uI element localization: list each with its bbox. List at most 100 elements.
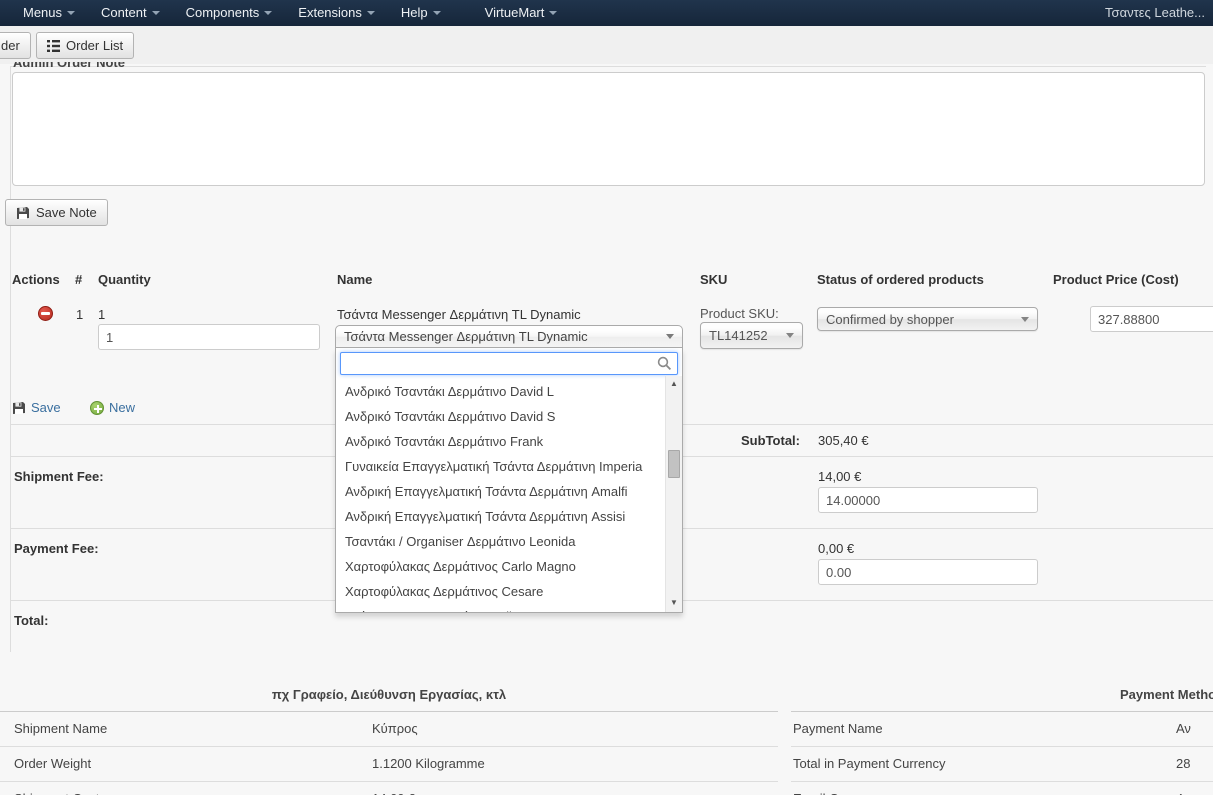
chevron-down-icon (786, 333, 794, 338)
site-name[interactable]: Τσαντες Leathe... (1105, 0, 1205, 26)
dropdown-scrollbar[interactable]: ▲ ▼ (665, 376, 682, 612)
total-label: Total: (14, 613, 48, 628)
row-label: Order Weight (0, 756, 91, 771)
product-select-dropdown: Ανδρικό Τσαντάκι Δερμάτινο David L Ανδρι… (335, 348, 683, 613)
row-value: 14,00 € (372, 782, 415, 795)
row-value: Αν (1176, 712, 1191, 745)
chevron-down-icon (367, 11, 375, 15)
shipment-fee-input[interactable] (818, 487, 1038, 513)
payment-fee-display: 0,00 € (818, 541, 854, 556)
order-status-value: Confirmed by shopper (826, 312, 954, 327)
save-note-button[interactable]: Save Note (5, 199, 108, 226)
plus-icon (90, 401, 104, 415)
scrollbar-thumb[interactable] (668, 450, 680, 478)
product-option[interactable]: Χαρτοφύλακας Δερμάτινος Cesare (336, 579, 665, 604)
product-options-list: Ανδρικό Τσαντάκι Δερμάτινο David L Ανδρι… (336, 379, 665, 612)
product-option[interactable]: Ανδρικό Τσαντάκι Δερμάτινο Frank (336, 429, 665, 454)
shipment-summary-table: πχ Γραφείο, Διεύθυνση Εργασίας, κτλ Ship… (0, 678, 778, 795)
payment-table-header: Payment Metho (791, 678, 1213, 712)
chevron-down-icon (549, 11, 557, 15)
chevron-down-icon (1021, 317, 1029, 322)
col-header-name: Name (337, 272, 372, 287)
table-row: Shipment Cost 14,00 € (0, 782, 778, 795)
row-index: 1 (76, 307, 83, 322)
product-option[interactable]: Ανδρική Επαγγελματική Τσάντα Δερμάτινη A… (336, 479, 665, 504)
shipment-fee-display: 14,00 € (818, 469, 861, 484)
chevron-down-icon (264, 11, 272, 15)
subtotal-label: SubTotal: (700, 433, 800, 448)
product-option[interactable]: Τσάντα Laptop Δερμάτινη Milano (336, 604, 665, 612)
product-search-input[interactable] (340, 352, 678, 375)
table-row: Email Currency 4 (791, 782, 1213, 795)
row-value: Κύπρος (372, 712, 418, 745)
table-row: Shipment Name Κύπρος (0, 712, 778, 747)
sku-select[interactable]: TL141252 (700, 322, 803, 349)
delete-item-icon[interactable] (38, 306, 53, 321)
product-select-value: Τσάντα Messenger Δερμάτινη TL Dynamic (344, 329, 588, 344)
row-quantity-text: 1 (98, 307, 105, 322)
admin-navbar: Menus Content Components Extensions Help… (0, 0, 1213, 26)
product-option[interactable]: Ανδρική Επαγγελματική Τσάντα Δερμάτινη A… (336, 504, 665, 529)
nav-virtuemart[interactable]: VirtueMart (472, 0, 571, 26)
chevron-down-icon (433, 11, 441, 15)
edit-order-button-clipped[interactable]: der (0, 32, 31, 59)
nav-content[interactable]: Content (88, 0, 173, 26)
col-header-actions: Actions (12, 272, 60, 287)
toolbar: der Order List (0, 26, 1213, 64)
payment-summary-table: Payment Metho Payment Name Αν Total in P… (791, 678, 1213, 795)
sku-select-value: TL141252 (709, 328, 768, 343)
col-header-price: Product Price (Cost) (1053, 272, 1179, 287)
row-value: 28 (1176, 747, 1190, 780)
scroll-down-icon[interactable]: ▼ (666, 595, 682, 612)
order-list-button[interactable]: Order List (36, 32, 134, 59)
quantity-input[interactable] (98, 324, 320, 350)
virtuemart-order-edit-screen: Menus Content Components Extensions Help… (0, 0, 1213, 795)
table-row: Order Weight 1.1200 Kilogramme (0, 747, 778, 782)
order-status-select[interactable]: Confirmed by shopper (817, 307, 1038, 331)
chevron-down-icon (152, 11, 160, 15)
scroll-up-icon[interactable]: ▲ (666, 376, 682, 393)
payment-fee-label: Payment Fee: (14, 541, 99, 556)
save-icon (16, 206, 30, 220)
product-option[interactable]: Τσαντάκι / Organiser Δερμάτινο Leonida (336, 529, 665, 554)
row-value: 1.1200 Kilogramme (372, 747, 485, 780)
new-item-link[interactable]: New (90, 400, 135, 415)
row-label: Email Currency (791, 791, 882, 795)
subtotal-value: 305,40 € (818, 433, 869, 448)
row-label: Payment Name (791, 721, 883, 736)
save-item-link[interactable]: Save (12, 400, 61, 415)
product-search-wrap (340, 352, 678, 375)
table-row: Payment Name Αν (791, 712, 1213, 747)
col-header-number: # (75, 272, 82, 287)
admin-order-note-legend: Admin Order Note (13, 62, 125, 71)
col-header-quantity: Quantity (98, 272, 151, 287)
nav-help[interactable]: Help (388, 0, 454, 26)
list-icon (47, 40, 60, 52)
admin-order-note-textarea[interactable] (12, 72, 1205, 186)
table-row: Total in Payment Currency 28 (791, 747, 1213, 782)
shipment-fee-label: Shipment Fee: (14, 469, 104, 484)
product-option[interactable]: Ανδρικό Τσαντάκι Δερμάτινο David S (336, 404, 665, 429)
payment-fee-input[interactable] (818, 559, 1038, 585)
product-select[interactable]: Τσάντα Messenger Δερμάτινη TL Dynamic (335, 325, 683, 348)
save-icon (12, 401, 26, 415)
product-name-text: Τσάντα Messenger Δερμάτινη TL Dynamic (337, 307, 581, 322)
nav-menus[interactable]: Menus (10, 0, 88, 26)
product-price-input[interactable] (1090, 306, 1213, 332)
col-header-sku: SKU (700, 272, 727, 287)
product-sku-label: Product SKU: (700, 306, 779, 321)
col-header-status: Status of ordered products (817, 272, 984, 287)
shipment-table-header: πχ Γραφείο, Διεύθυνση Εργασίας, κτλ (0, 678, 778, 712)
row-value: 4 (1176, 782, 1183, 795)
row-label: Shipment Name (0, 721, 107, 736)
nav-extensions[interactable]: Extensions (285, 0, 388, 26)
product-option[interactable]: Ανδρικό Τσαντάκι Δερμάτινο David L (336, 379, 665, 404)
row-label: Shipment Cost (0, 791, 99, 795)
nav-components[interactable]: Components (173, 0, 286, 26)
row-label: Total in Payment Currency (791, 756, 945, 771)
product-option[interactable]: Χαρτοφύλακας Δερμάτινος Carlo Magno (336, 554, 665, 579)
chevron-down-icon (666, 334, 674, 339)
chevron-down-icon (67, 11, 75, 15)
product-option[interactable]: Γυναικεία Επαγγελματική Τσάντα Δερμάτινη… (336, 454, 665, 479)
search-icon (657, 356, 672, 371)
